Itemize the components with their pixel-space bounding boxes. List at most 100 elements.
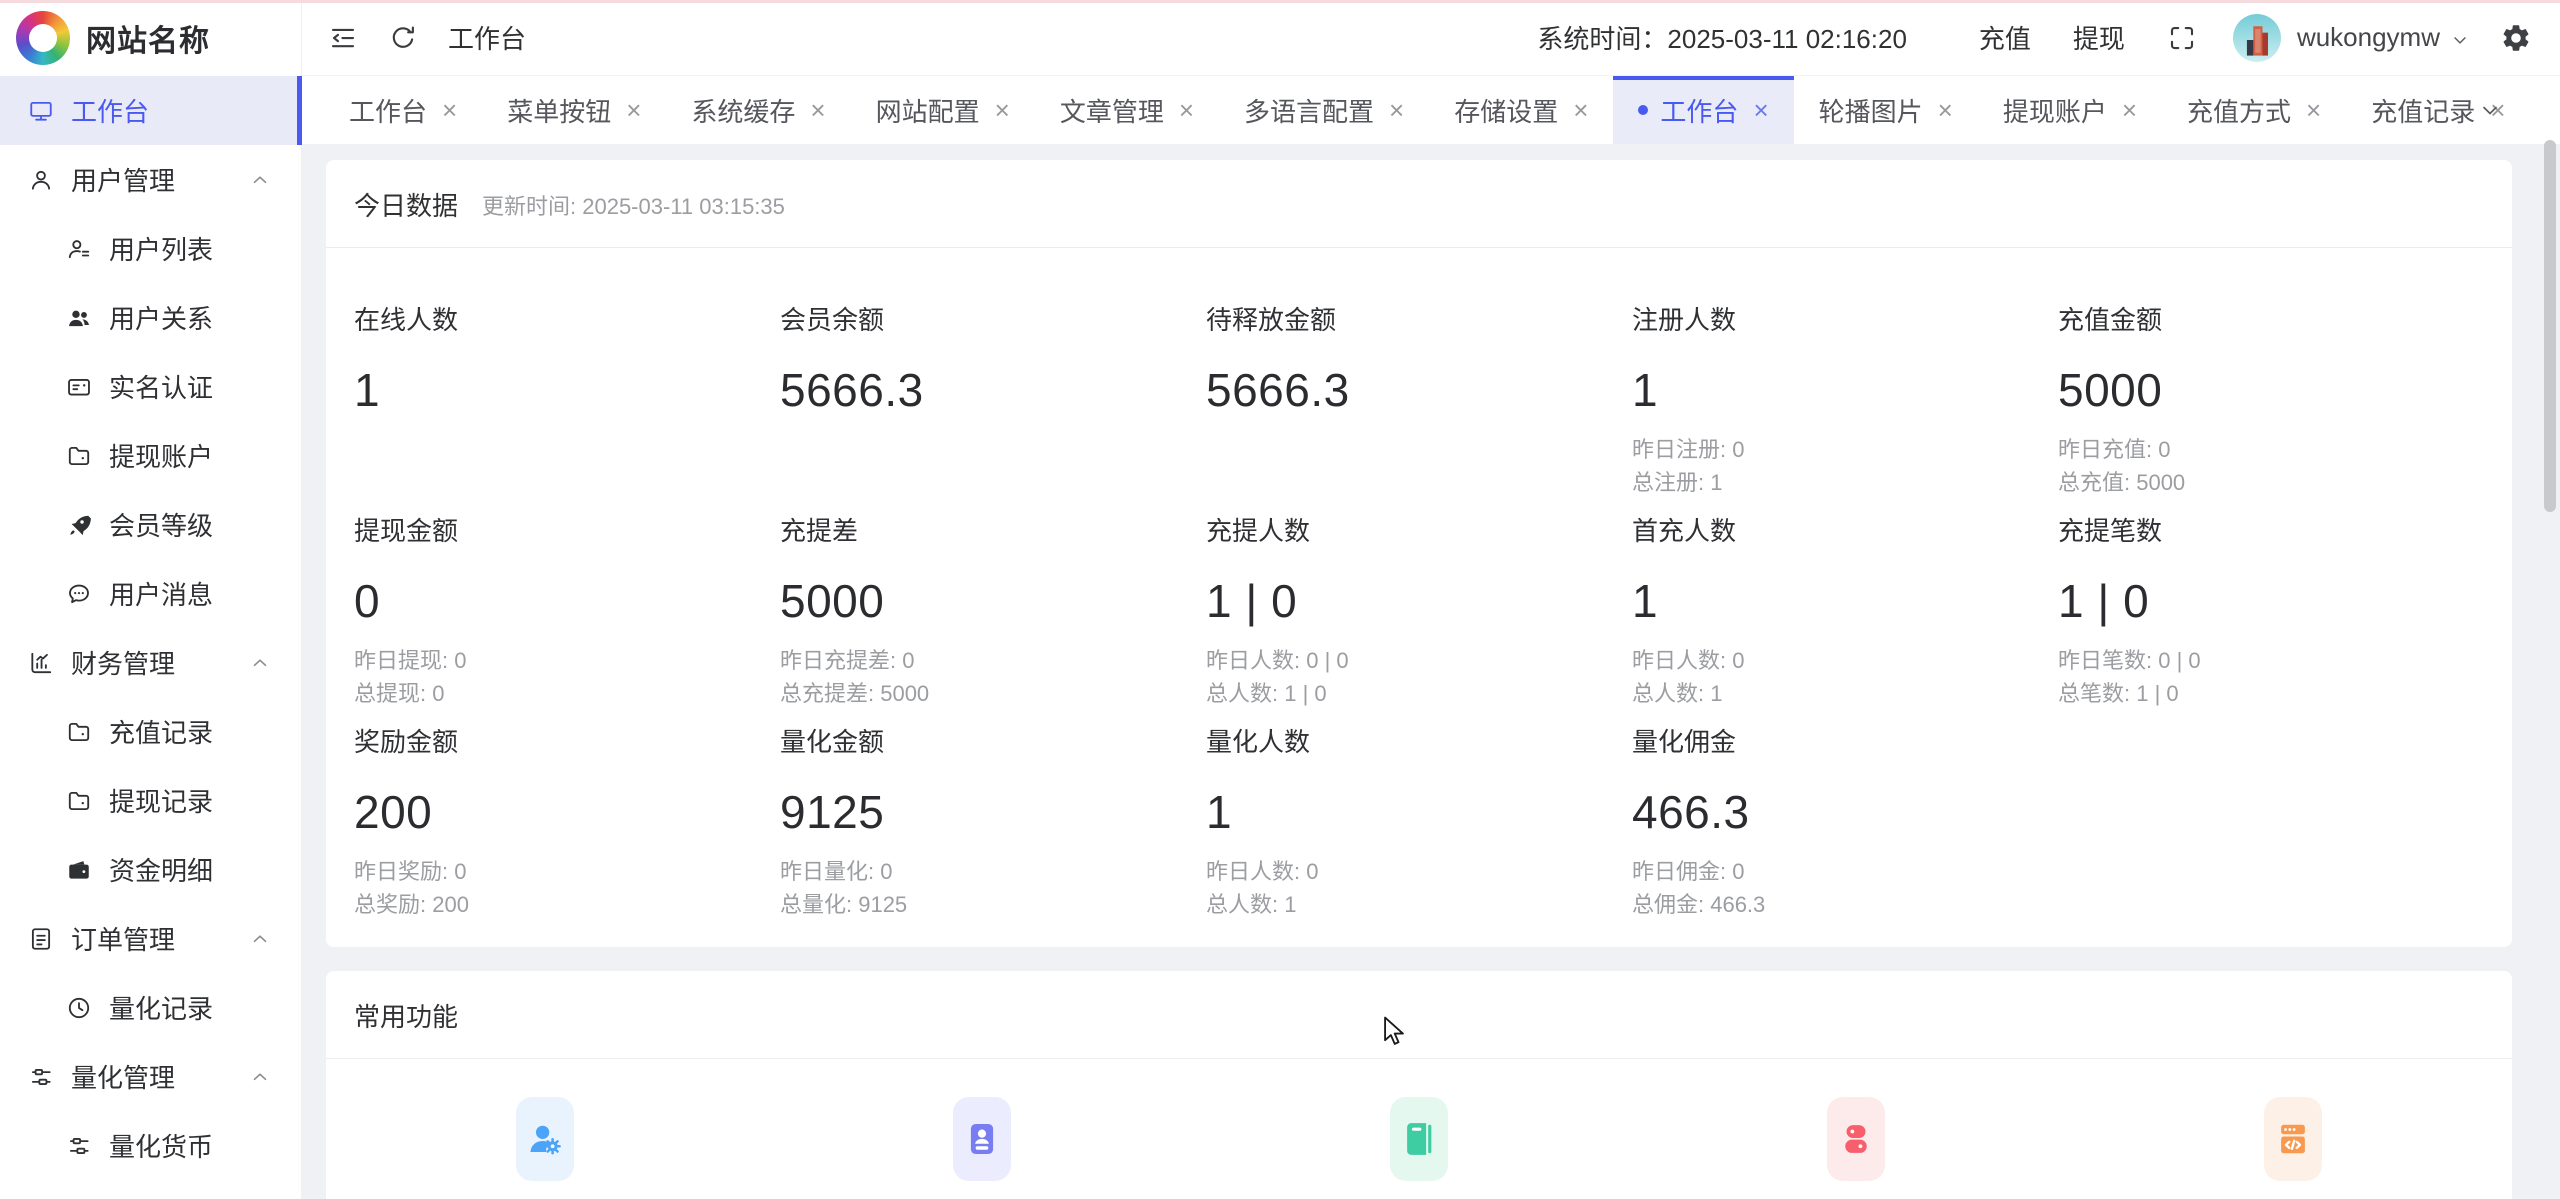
sidebar: 网站名称 工作台 用户管理 用户列表 用户关系 实名认证 [0,0,302,1199]
stat-quant-users: 量化人数1昨日人数: 0总人数: 1 [1206,722,1632,933]
user-icon [28,167,54,193]
tab-workbench-active[interactable]: 工作台× [1613,76,1793,144]
kline-icon [66,1133,92,1159]
today-card-title: 今日数据 [354,186,458,223]
close-icon[interactable]: × [995,97,1010,123]
quick-item-user-management[interactable]: 用户管理 [326,1097,763,1199]
chevron-up-icon [249,1066,271,1088]
close-icon[interactable]: × [1573,97,1588,123]
tab-site-config[interactable]: 网站配置× [851,76,1035,144]
sidebar-item-fund-details[interactable]: 资金明细 [0,835,301,904]
quick-item-material-center[interactable]: 素材中心 [2075,1097,2512,1199]
quick-item-user-relations[interactable]: 用户关系 [763,1097,1200,1199]
close-icon[interactable]: × [1938,97,1953,123]
close-icon[interactable]: × [1753,97,1768,123]
tab-recharge-records[interactable]: 充值记录× [2346,76,2530,144]
stat-registered-users: 注册人数1昨日注册: 0总注册: 1 [1632,300,2058,511]
sidebar-item-workbench[interactable]: 工作台 [0,76,301,145]
recharge-button[interactable]: 充值 [1979,19,2031,56]
sidebar-item-member-levels[interactable]: 会员等级 [0,490,301,559]
breadcrumb: 工作台 [448,19,526,56]
stat-quant-amount: 量化金额9125昨日量化: 0总量化: 9125 [780,722,1206,933]
quick-card-header: 常用功能 [326,971,2512,1059]
stats-grid: 在线人数1 会员余额5666.3 待释放金额5666.3 注册人数1昨日注册: … [326,248,2512,947]
sidebar-item-finance-management[interactable]: 财务管理 [0,628,301,697]
refresh-icon[interactable] [388,23,418,53]
folder-icon [66,788,92,814]
chat-icon [66,581,92,607]
chart-icon [28,650,54,676]
close-icon[interactable]: × [626,97,641,123]
tab-system-cache[interactable]: 系统缓存× [666,76,850,144]
chevron-up-icon [249,169,271,191]
coins-icon [1827,1097,1885,1181]
quick-actions-grid: 用户管理 用户关系 资金明细 量化记录 [326,1059,2512,1199]
scrollbar-thumb[interactable] [2544,140,2556,512]
avatar[interactable] [2233,14,2281,62]
content-area: 今日数据 更新时间: 2025-03-11 03:15:35 在线人数1 会员余… [302,144,2560,1199]
stat-recharge-withdraw-diff: 充提差5000昨日充提差: 0总充提差: 5000 [780,511,1206,722]
fullscreen-icon[interactable] [2167,23,2197,53]
quick-card-title: 常用功能 [354,997,458,1034]
sidebar-menu: 工作台 用户管理 用户列表 用户关系 实名认证 提现账户 [0,76,301,1180]
close-icon[interactable]: × [2122,97,2137,123]
ledger-book-icon [1390,1097,1448,1181]
clock-icon [66,995,92,1021]
chevron-up-icon [249,928,271,950]
tab-withdraw-accounts[interactable]: 提现账户× [1978,76,2162,144]
sidebar-item-user-management[interactable]: 用户管理 [0,145,301,214]
tab-storage-settings[interactable]: 存储设置× [1429,76,1613,144]
tab-carousel-images[interactable]: 轮播图片× [1794,76,1978,144]
sidebar-item-user-list[interactable]: 用户列表 [0,214,301,283]
stat-online-users: 在线人数1 [354,300,780,511]
topbar: 工作台 系统时间：2025-03-11 02:16:20 充值 提现 wukon… [302,0,2560,76]
close-icon[interactable]: × [1179,97,1194,123]
gear-icon[interactable] [2500,22,2532,54]
user-list-icon [66,236,92,262]
tab-workbench-1[interactable]: 工作台× [324,76,482,144]
system-time: 系统时间：2025-03-11 02:16:20 [1537,19,1907,56]
code-window-icon [2264,1097,2322,1181]
sidebar-item-user-relations[interactable]: 用户关系 [0,283,301,352]
tab-article-management[interactable]: 文章管理× [1035,76,1219,144]
stat-member-balance: 会员余额5666.3 [780,300,1206,511]
close-icon[interactable]: × [810,97,825,123]
stat-recharge-withdraw-users: 充提人数1 | 0昨日人数: 0 | 0总人数: 1 | 0 [1206,511,1632,722]
sidebar-item-user-messages[interactable]: 用户消息 [0,559,301,628]
logo-row: 网站名称 [0,0,301,76]
close-icon[interactable]: × [2306,97,2321,123]
quick-item-fund-details[interactable]: 资金明细 [1200,1097,1637,1199]
username[interactable]: wukongymw [2297,22,2440,53]
close-icon[interactable]: × [442,97,457,123]
tab-bar: 工作台× 菜单按钮× 系统缓存× 网站配置× 文章管理× 多语言配置× 存储设置… [302,76,2560,144]
quick-item-quant-records[interactable]: 量化记录 [1638,1097,2075,1199]
stat-reward-amount: 奖励金额200昨日奖励: 0总奖励: 200 [354,722,780,933]
kline-icon [28,1064,54,1090]
tab-menu-buttons[interactable]: 菜单按钮× [482,76,666,144]
withdraw-button[interactable]: 提现 [2073,19,2125,56]
sidebar-item-order-management[interactable]: 订单管理 [0,904,301,973]
sidebar-item-withdraw-accounts[interactable]: 提现账户 [0,421,301,490]
today-data-card: 今日数据 更新时间: 2025-03-11 03:15:35 在线人数1 会员余… [326,160,2512,947]
stat-withdraw-amount: 提现金额0昨日提现: 0总提现: 0 [354,511,780,722]
sidebar-item-recharge-records[interactable]: 充值记录 [0,697,301,766]
tab-overflow-chevron-down-icon[interactable] [2478,76,2502,144]
sidebar-item-quant-currency[interactable]: 量化货币 [0,1111,301,1180]
sidebar-item-withdraw-records[interactable]: 提现记录 [0,766,301,835]
collapse-sidebar-icon[interactable] [328,23,358,53]
folder-icon [66,719,92,745]
site-logo-icon [16,11,70,65]
relation-card-icon [953,1097,1011,1181]
close-icon[interactable]: × [1389,97,1404,123]
tab-recharge-methods[interactable]: 充值方式× [2162,76,2346,144]
tab-multilang-config[interactable]: 多语言配置× [1219,76,1429,144]
stat-first-recharge-users: 首充人数1昨日人数: 0总人数: 1 [1632,511,2058,722]
stat-pending-release-amount: 待释放金额5666.3 [1206,300,1632,511]
sidebar-item-quant-records[interactable]: 量化记录 [0,973,301,1042]
active-tab-dot [1638,105,1648,115]
sidebar-item-quant-management[interactable]: 量化管理 [0,1042,301,1111]
sidebar-item-realname-auth[interactable]: 实名认证 [0,352,301,421]
chevron-down-icon[interactable] [2450,30,2470,50]
stat-recharge-withdraw-count: 充提笔数1 | 0昨日笔数: 0 | 0总笔数: 1 | 0 [2058,511,2484,722]
chevron-up-icon [249,652,271,674]
